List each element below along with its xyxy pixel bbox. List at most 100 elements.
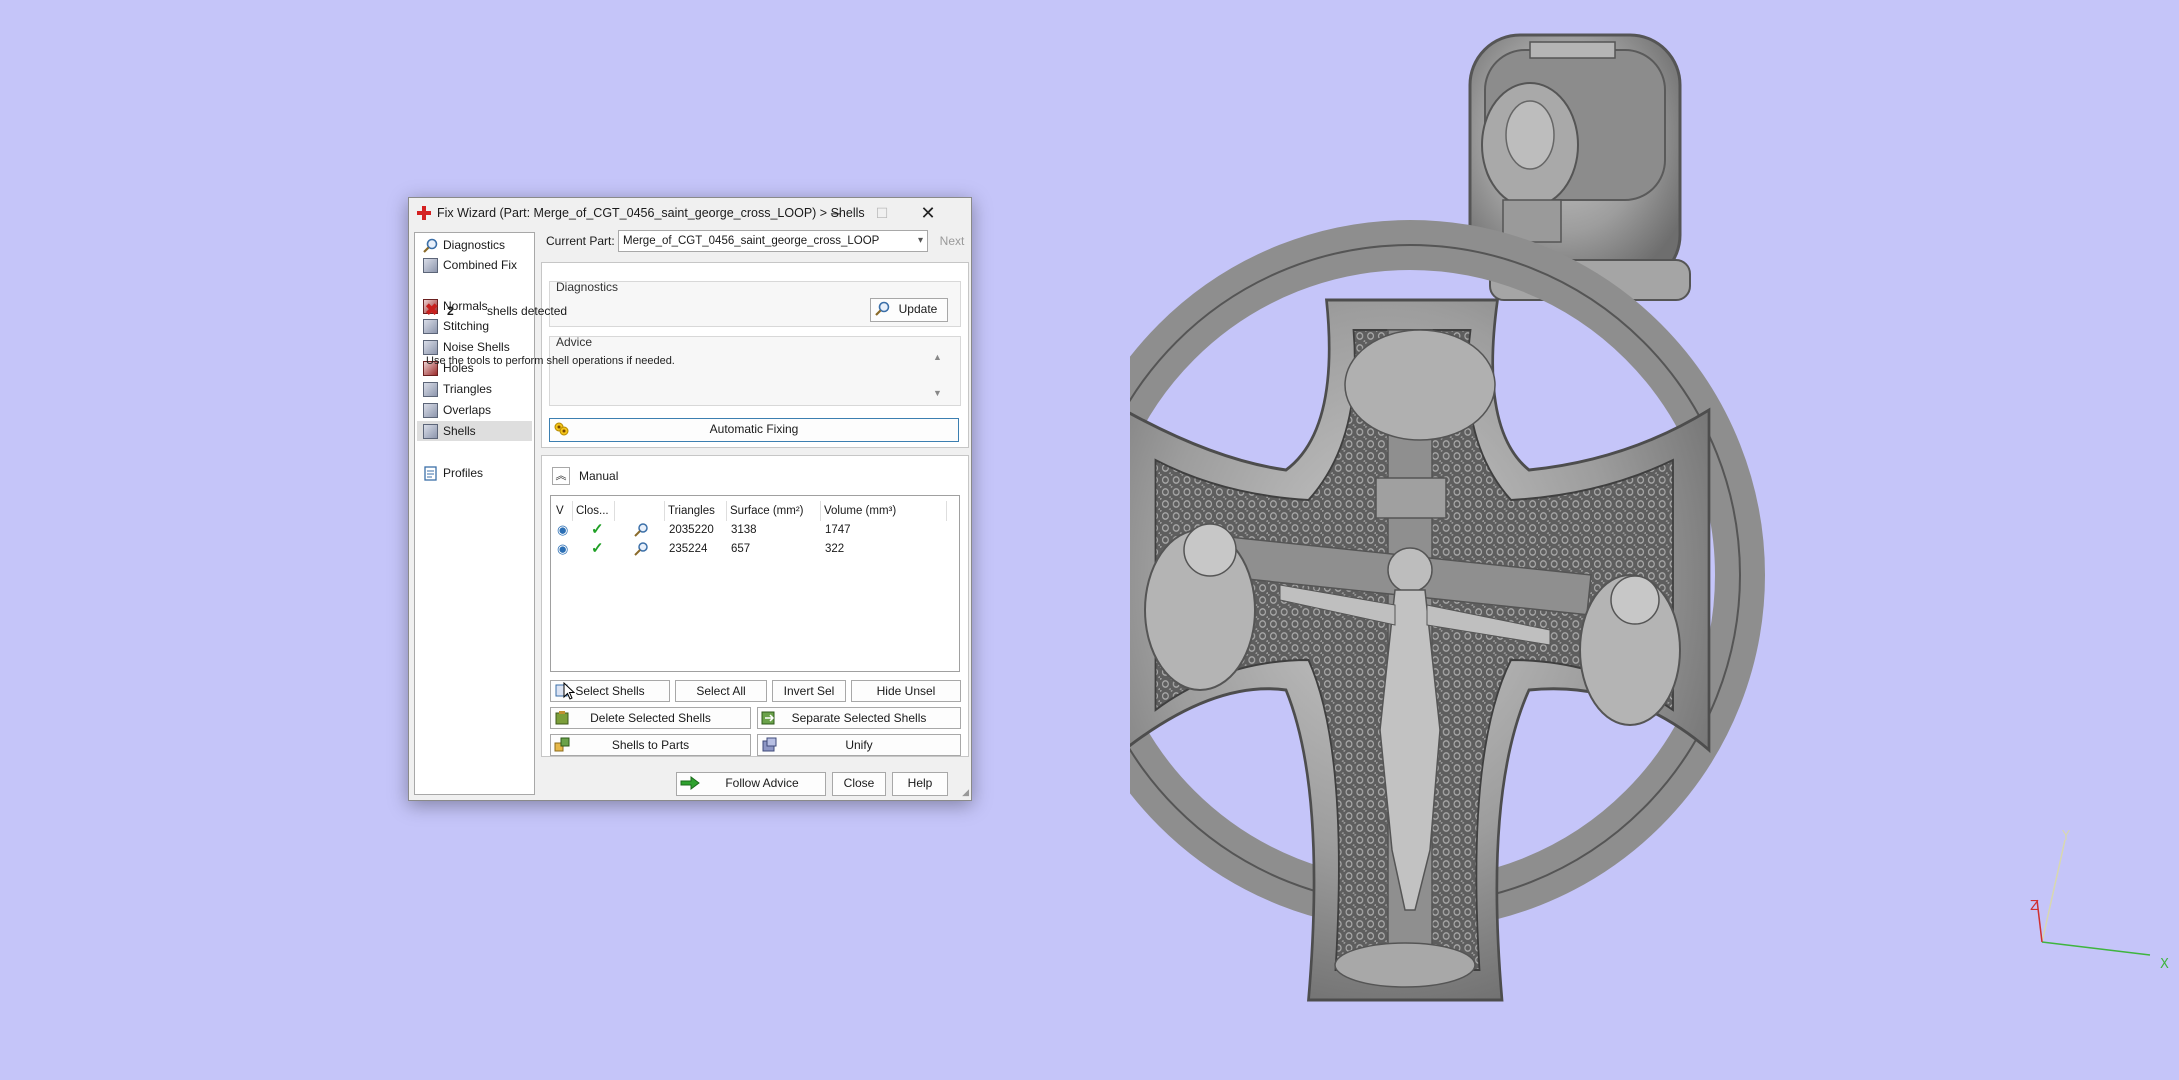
nav-item-overlaps[interactable]: Overlaps bbox=[417, 400, 532, 420]
triangles-cell: 2035220 bbox=[669, 524, 714, 536]
dialog-title: Fix Wizard (Part: Merge_of_CGT_0456_sain… bbox=[437, 206, 865, 220]
update-button[interactable]: Update bbox=[870, 298, 948, 322]
checkmark-icon: ✓ bbox=[591, 540, 604, 557]
shell-count: 2 bbox=[447, 304, 454, 318]
follow-advice-label: Follow Advice bbox=[725, 776, 799, 790]
current-part-dropdown[interactable]: Merge_of_CGT_0456_saint_george_cross_LOO… bbox=[618, 230, 928, 252]
magnifier-icon[interactable] bbox=[633, 523, 649, 537]
separate-shell-icon bbox=[761, 711, 775, 725]
unify-icon bbox=[762, 737, 777, 752]
advice-text: Use the tools to perform shell operation… bbox=[426, 355, 675, 367]
nav-label: Triangles bbox=[443, 382, 492, 396]
close-window-button[interactable]: ✕ bbox=[905, 198, 951, 228]
column-header-volume[interactable]: Volume (mm³) bbox=[821, 501, 947, 521]
advice-group: Advice bbox=[549, 335, 961, 406]
nav-label: Diagnostics bbox=[443, 238, 506, 252]
nav-item-noise-shells[interactable]: Noise Shells bbox=[417, 337, 532, 357]
manual-label: Manual bbox=[579, 469, 619, 483]
unify-label: Unify bbox=[845, 738, 873, 752]
follow-advice-button[interactable]: Follow Advice bbox=[676, 772, 826, 796]
red-cross-icon bbox=[417, 206, 431, 220]
table-row[interactable]: ◉ ✓ 2035220 3138 1747 bbox=[551, 521, 959, 540]
automatic-fixing-button[interactable]: Automatic Fixing bbox=[549, 418, 959, 442]
shells-to-parts-button[interactable]: Shells to Parts bbox=[550, 734, 751, 756]
cube-icon bbox=[423, 319, 438, 334]
column-header-visible[interactable]: V bbox=[553, 501, 573, 521]
eye-icon[interactable]: ◉ bbox=[557, 541, 568, 557]
diagnostics-label: Diagnostics bbox=[556, 280, 619, 294]
document-icon bbox=[424, 466, 437, 481]
update-label: Update bbox=[898, 302, 938, 316]
eye-icon[interactable]: ◉ bbox=[557, 522, 568, 538]
nav-item-combined-fix[interactable]: Combined Fix bbox=[417, 255, 532, 275]
column-header-triangles[interactable]: Triangles bbox=[665, 501, 727, 521]
unify-button[interactable]: Unify bbox=[757, 734, 961, 756]
chevron-down-icon: ▾ bbox=[917, 235, 923, 246]
nav-item-triangles[interactable]: Triangles bbox=[417, 379, 532, 399]
magnifier-icon bbox=[875, 301, 890, 316]
advice-label: Advice bbox=[556, 335, 593, 349]
cube-icon bbox=[423, 424, 438, 439]
nav-label: Profiles bbox=[443, 466, 484, 480]
surface-cell: 657 bbox=[731, 543, 751, 555]
nav-label: Noise Shells bbox=[443, 340, 510, 354]
column-header-closed[interactable]: Clos... bbox=[573, 501, 615, 521]
delete-shell-icon bbox=[555, 711, 569, 725]
mouse-cursor-icon bbox=[563, 682, 575, 700]
column-header-tools[interactable] bbox=[615, 501, 665, 521]
current-part-value: Merge_of_CGT_0456_saint_george_cross_LOO… bbox=[623, 235, 880, 247]
sunflower-icon bbox=[554, 422, 569, 436]
cube-icon bbox=[423, 403, 438, 418]
volume-cell: 322 bbox=[825, 543, 845, 555]
scroll-down-icon[interactable]: ▼ bbox=[933, 388, 942, 398]
close-button[interactable]: Close bbox=[832, 772, 886, 796]
delete-selected-label: Delete Selected Shells bbox=[590, 711, 711, 725]
cube-icon bbox=[423, 340, 438, 355]
resize-grip-icon[interactable]: ◢ bbox=[962, 787, 969, 798]
axis-y-label: Y bbox=[2061, 830, 2070, 844]
nav-label: Shells bbox=[443, 424, 476, 438]
column-header-surface[interactable]: Surface (mm²) bbox=[727, 501, 821, 521]
error-x-icon: ✖ bbox=[425, 302, 439, 319]
nav-label: Combined Fix bbox=[443, 258, 518, 272]
magnifier-icon[interactable] bbox=[633, 542, 649, 556]
title-bar[interactable]: Fix Wizard (Part: Merge_of_CGT_0456_sain… bbox=[409, 198, 971, 228]
nav-item-diagnostics[interactable]: Diagnostics bbox=[417, 235, 532, 255]
cube-icon bbox=[423, 382, 438, 397]
axis-triad: Y X Z bbox=[2030, 830, 2169, 972]
axis-x-label: X bbox=[2160, 957, 2169, 972]
next-button[interactable]: Next bbox=[934, 231, 970, 252]
shell-table[interactable]: V Clos... Triangles Surface (mm²) Volume… bbox=[550, 495, 960, 672]
automatic-fixing-label: Automatic Fixing bbox=[709, 422, 799, 436]
invert-selection-button[interactable]: Invert Sel bbox=[772, 680, 846, 702]
checkmark-icon: ✓ bbox=[591, 521, 604, 538]
delete-selected-shells-button[interactable]: Delete Selected Shells bbox=[550, 707, 751, 729]
select-shells-label: Select Shells bbox=[575, 684, 645, 698]
shells-detected-text: shells detected bbox=[487, 304, 568, 318]
nav-item-shells[interactable]: Shells bbox=[417, 421, 532, 441]
cube-icon bbox=[423, 258, 438, 273]
volume-cell: 1747 bbox=[825, 524, 851, 536]
nav-label: Overlaps bbox=[443, 403, 492, 417]
triangles-cell: 235224 bbox=[669, 543, 708, 555]
cross-pendant-model[interactable] bbox=[1130, 30, 1800, 1020]
separate-selected-label: Separate Selected Shells bbox=[791, 711, 927, 725]
help-button[interactable]: Help bbox=[892, 772, 948, 796]
current-part-label: Current Part: bbox=[546, 234, 615, 248]
magnifier-icon bbox=[423, 238, 438, 253]
collapse-icon[interactable]: ︽ bbox=[552, 467, 570, 485]
maximize-button[interactable]: ☐ bbox=[859, 198, 905, 228]
select-all-button[interactable]: Select All bbox=[675, 680, 767, 702]
hide-unselected-button[interactable]: Hide Unsel bbox=[851, 680, 961, 702]
shells-to-parts-label: Shells to Parts bbox=[611, 738, 690, 752]
table-row[interactable]: ◉ ✓ 235224 657 322 bbox=[551, 540, 959, 559]
shells-to-parts-icon bbox=[554, 737, 570, 752]
nav-item-profiles[interactable]: Profiles bbox=[417, 463, 532, 483]
surface-cell: 3138 bbox=[731, 524, 757, 536]
nav-label: Stitching bbox=[443, 319, 490, 333]
separate-selected-shells-button[interactable]: Separate Selected Shells bbox=[757, 707, 961, 729]
fix-wizard-dialog: Fix Wizard (Part: Merge_of_CGT_0456_sain… bbox=[408, 197, 972, 801]
axis-z-label: Z bbox=[2030, 899, 2039, 914]
minimize-button[interactable]: ─ bbox=[813, 198, 859, 228]
scroll-up-icon[interactable]: ▲ bbox=[933, 352, 942, 362]
